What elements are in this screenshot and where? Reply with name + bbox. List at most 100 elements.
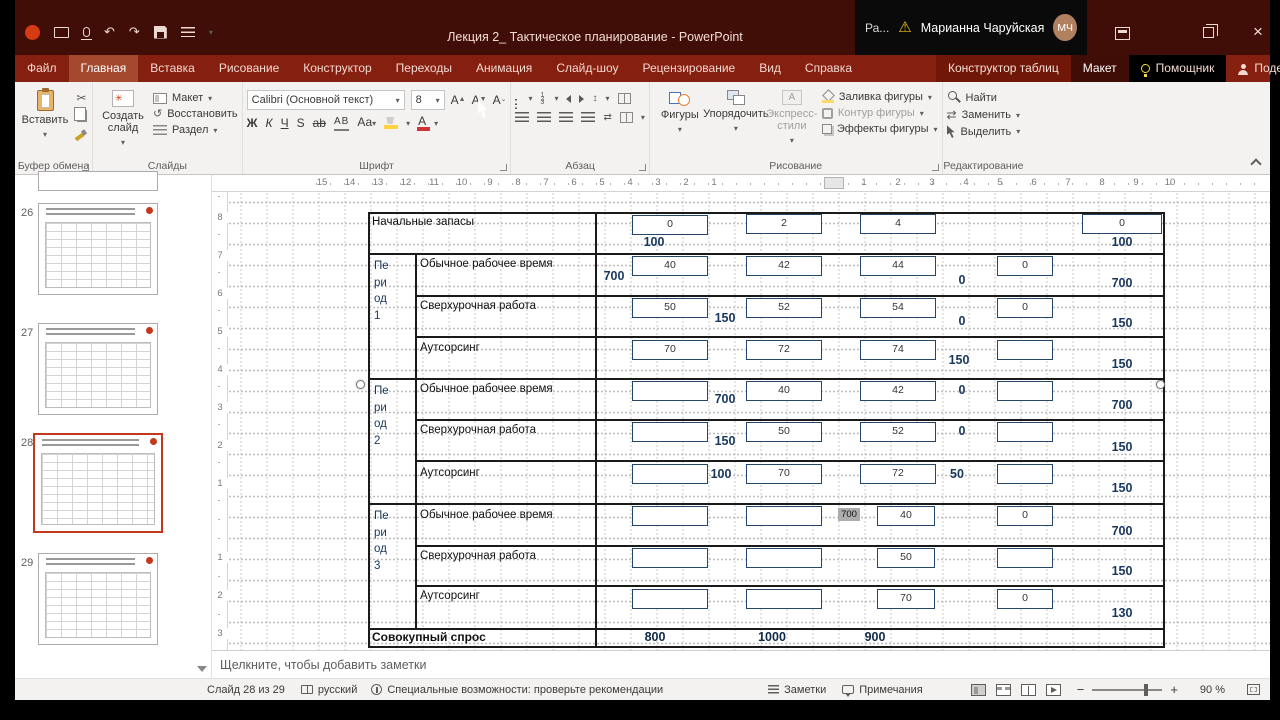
tab-review[interactable]: Рецензирование: [631, 55, 748, 82]
table-row-label[interactable]: Совокупный спрос: [372, 630, 486, 644]
slide-thumbnail-26[interactable]: [38, 203, 158, 295]
table-value-box[interactable]: 0: [997, 298, 1053, 318]
close-icon[interactable]: ×: [1253, 22, 1263, 42]
user-name[interactable]: Марианна Чаруйская: [921, 21, 1045, 35]
table-total-value[interactable]: 150: [1082, 481, 1162, 495]
strikethrough-button[interactable]: ab: [313, 116, 326, 130]
table-total-value[interactable]: 150: [936, 353, 982, 367]
layout-button[interactable]: Макет ▾: [153, 92, 238, 104]
tab-home[interactable]: Главная: [68, 55, 139, 82]
table-value-box[interactable]: 50: [632, 298, 708, 318]
align-right-icon[interactable]: [559, 111, 574, 123]
line-spacing-icon[interactable]: ↕: [592, 93, 597, 104]
table-value-box[interactable]: 2: [746, 214, 822, 234]
align-left-icon[interactable]: [515, 111, 530, 123]
arrange-button[interactable]: Упорядочить ▾: [703, 85, 769, 157]
table-value-box[interactable]: 50: [746, 422, 822, 442]
present-display-icon[interactable]: [54, 26, 69, 38]
underline-button[interactable]: Ч: [281, 116, 289, 130]
table-demand-value[interactable]: 1000: [732, 630, 812, 644]
shape-fill-button[interactable]: Заливка фигуры ▾: [821, 91, 938, 103]
slide-thumbnail-28-selected[interactable]: [33, 433, 163, 533]
table-row-label[interactable]: Аутсорсинг: [420, 342, 480, 354]
cut-icon[interactable]: ✂: [76, 92, 86, 104]
table-period-label[interactable]: Пе ри од 2: [374, 383, 389, 449]
table-resize-handle[interactable]: [356, 380, 365, 389]
table-total-value[interactable]: 150: [704, 311, 746, 325]
slide-thumbnail-partial[interactable]: [38, 171, 158, 191]
tab-file[interactable]: Файл: [15, 55, 69, 82]
table-value-box[interactable]: [997, 422, 1053, 442]
table-value-box[interactable]: [632, 381, 708, 401]
table-total-value[interactable]: 0: [942, 314, 982, 328]
redo-icon[interactable]: ↷: [129, 24, 140, 40]
character-spacing-button[interactable]: АВ: [333, 115, 350, 131]
ruler-indent-marker[interactable]: [824, 177, 844, 189]
increase-indent-icon[interactable]: [579, 94, 585, 103]
table-total-value[interactable]: 150: [1082, 440, 1162, 454]
shape-effects-button[interactable]: Эффекты фигуры ▾: [821, 123, 938, 135]
dialog-launcher-icon[interactable]: [931, 164, 939, 171]
numbering-icon[interactable]: 123: [540, 92, 546, 106]
text-direction-icon[interactable]: ⇄: [603, 112, 611, 123]
table-value-box[interactable]: 0: [632, 215, 708, 235]
table-total-value[interactable]: 100: [698, 467, 744, 481]
table-total-value[interactable]: 0: [942, 383, 982, 397]
font-name-combobox[interactable]: Calibri (Основной текст) ▾: [246, 90, 405, 110]
increase-font-size-button[interactable]: А▲: [451, 93, 466, 107]
change-case-button[interactable]: Аа▾: [357, 115, 376, 131]
table-row-label[interactable]: Аутсорсинг: [420, 590, 480, 602]
table-total-value[interactable]: 150: [1082, 316, 1162, 330]
table-total-value[interactable]: 150: [1082, 357, 1162, 371]
ribbon-display-options-icon[interactable]: [1115, 27, 1130, 40]
table-value-box[interactable]: 40: [746, 381, 822, 401]
add-columns-icon[interactable]: [619, 111, 633, 123]
table-total-value[interactable]: 0: [942, 273, 982, 287]
tab-slideshow[interactable]: Слайд-шоу: [544, 55, 630, 82]
section-button[interactable]: Раздел ▾: [153, 124, 238, 136]
table-value-box[interactable]: [632, 589, 708, 609]
app-icon[interactable]: [25, 24, 40, 40]
table-value-box[interactable]: 52: [860, 422, 936, 442]
selected-cell-value[interactable]: 700: [838, 508, 860, 521]
table-value-box[interactable]: 42: [860, 381, 936, 401]
zoom-slider-thumb[interactable]: [1144, 683, 1149, 696]
table-total-value[interactable]: 150: [1082, 564, 1162, 578]
zoom-in-button[interactable]: +: [1170, 683, 1178, 696]
accessibility-checker[interactable]: Специальные возможности: проверьте реком…: [371, 684, 663, 696]
tab-help[interactable]: Справка: [793, 55, 864, 82]
tab-table-layout[interactable]: Макет: [1070, 55, 1129, 82]
table-value-box[interactable]: [997, 381, 1053, 401]
qat-customize-chevron-icon[interactable]: ▾: [209, 28, 213, 37]
table-demand-value[interactable]: 900: [835, 630, 915, 644]
table-total-value[interactable]: 100: [600, 235, 708, 249]
table-total-value[interactable]: 130: [1082, 606, 1162, 620]
table-row-label[interactable]: Обычное рабочее время: [420, 383, 553, 395]
font-color-icon[interactable]: А: [417, 115, 431, 131]
tab-view[interactable]: Вид: [747, 55, 793, 82]
new-slide-button[interactable]: ✳ Создать слайд ▾: [97, 85, 149, 157]
table-value-box[interactable]: 42: [746, 256, 822, 276]
collapse-ribbon-icon[interactable]: [1250, 158, 1262, 170]
tab-transitions[interactable]: Переходы: [384, 55, 464, 82]
dialog-launcher-icon[interactable]: [638, 164, 646, 171]
tab-table-design[interactable]: Конструктор таблиц: [936, 55, 1071, 82]
table-value-box[interactable]: 44: [860, 256, 936, 276]
find-button[interactable]: Найти: [947, 91, 1021, 105]
table-value-box[interactable]: 70: [746, 464, 822, 484]
table-period-label[interactable]: Пе ри од 1: [374, 258, 389, 324]
save-icon[interactable]: [153, 25, 167, 39]
table-value-box[interactable]: 0: [997, 589, 1053, 609]
table-total-value[interactable]: 700: [1082, 524, 1162, 538]
table-value-box[interactable]: [746, 589, 822, 609]
table-demand-value[interactable]: 800: [615, 630, 695, 644]
microphone-icon[interactable]: [81, 27, 92, 40]
zoom-slider[interactable]: [1092, 683, 1163, 696]
table-value-box[interactable]: [997, 340, 1053, 360]
table-total-value[interactable]: 100: [1082, 235, 1162, 249]
table-period-label[interactable]: Пе ри од 3: [374, 508, 389, 574]
tab-design[interactable]: Конструктор: [291, 55, 383, 82]
table-value-box[interactable]: 70: [877, 589, 935, 609]
normal-view-button[interactable]: [970, 683, 986, 696]
restore-window-icon[interactable]: [1203, 24, 1218, 38]
